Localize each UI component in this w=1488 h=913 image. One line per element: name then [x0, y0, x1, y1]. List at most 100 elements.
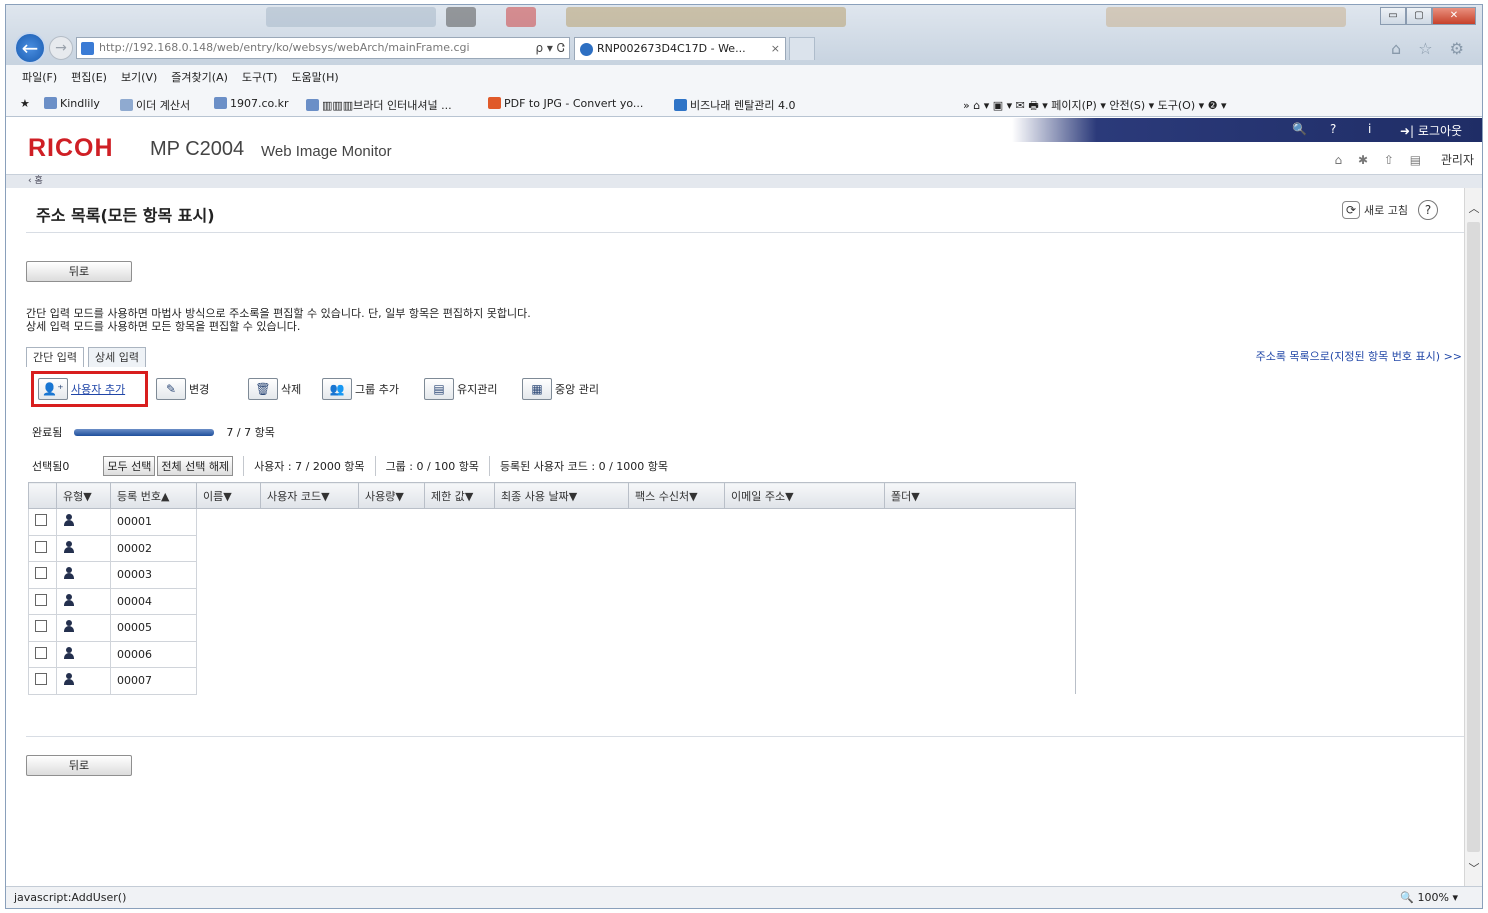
menu-tools[interactable]: 도구(T) [242, 69, 278, 85]
row-checkbox-cell [28, 534, 57, 562]
row-checkbox-cell [28, 667, 57, 695]
add-user-label: 사용자 추가 [71, 383, 126, 396]
command-bar[interactable]: » ⌂ ▾ ▣ ▾ ✉ 🖶 ▾ 페이지(P) ▾ 안전(S) ▾ 도구(O) ▾… [963, 97, 1227, 116]
favorite-link[interactable]: 이더 계산서 [120, 97, 190, 113]
admin-icons[interactable]: ⌂ ✱ ⇧ ▤ [1335, 153, 1428, 167]
col-reg-number[interactable]: 등록 번호▲ [110, 482, 197, 509]
vertical-scrollbar[interactable]: ︿ ﹀ [1464, 188, 1482, 888]
change-button[interactable]: ✎ 변경 [156, 378, 209, 400]
progress-row: 완료됨 7 / 7 항목 [32, 424, 275, 440]
divider [26, 736, 1466, 737]
menu-edit[interactable]: 편집(E) [71, 69, 107, 85]
favorite-link[interactable]: ▥▥▥브라더 인터내셔널 ... [306, 97, 452, 113]
help-icon[interactable]: ? [1418, 200, 1438, 220]
add-user-button[interactable]: 👤⁺ 사용자 추가 [38, 378, 125, 400]
reg-number-cell: 00005 [110, 614, 197, 642]
maintenance-label: 유지관리 [457, 383, 498, 396]
row-checkbox-cell [28, 640, 57, 668]
menu-file[interactable]: 파일(F) [22, 69, 57, 85]
type-cell [56, 587, 111, 615]
reg-number-cell: 00003 [110, 561, 197, 589]
reg-number-cell: 00002 [110, 534, 197, 562]
menu-view[interactable]: 보기(V) [121, 69, 157, 85]
col-checkbox [28, 482, 57, 509]
address-bar[interactable]: http://192.168.0.148/web/entry/ko/websys… [76, 37, 570, 59]
row-checkbox[interactable] [35, 620, 47, 633]
deselect-all-button[interactable]: 전체 선택 해제 [157, 456, 234, 476]
menu-help[interactable]: 도움말(H) [291, 69, 338, 85]
menu-favorites[interactable]: 즐겨찾기(A) [171, 69, 228, 85]
col-limit[interactable]: 제한 값▼ [424, 482, 495, 509]
row-checkbox[interactable] [35, 646, 47, 659]
maximize-button[interactable]: ▢ [1406, 7, 1432, 25]
users-count: 사용자 : 7 / 2000 항목 [254, 460, 365, 473]
ricoh-logo: RICOH [28, 134, 114, 162]
new-tab-button[interactable] [789, 37, 815, 60]
selected-count: 선택됨0 [32, 460, 70, 473]
col-user-code[interactable]: 사용자 코드▼ [260, 482, 359, 509]
address-controls[interactable]: ρ ▾ Ꮳ [535, 38, 565, 58]
browser-tab[interactable]: RNP002673D4C17D - We... × [574, 37, 786, 60]
tab-detailed-input[interactable]: 상세 입력 [87, 347, 146, 367]
col-usage[interactable]: 사용량▼ [358, 482, 425, 509]
close-window-button[interactable]: ✕ [1432, 7, 1476, 25]
user-icon [63, 567, 75, 580]
product-name: Web Image Monitor [261, 143, 392, 160]
refresh-icon[interactable]: ⟳ [1342, 201, 1361, 219]
row-checkbox[interactable] [35, 540, 47, 553]
favorite-icon [674, 99, 687, 111]
back-button[interactable]: 뒤로 [26, 261, 132, 282]
search-icon[interactable]: 🔍 [1292, 122, 1307, 136]
favorite-link[interactable]: Kindlily [44, 97, 100, 110]
type-cell [56, 614, 111, 642]
add-user-icon: 👤⁺ [38, 378, 68, 400]
add-group-button[interactable]: 👥 그룹 추가 [322, 378, 399, 400]
favorite-link[interactable]: PDF to JPG - Convert yo... [488, 97, 643, 110]
empty-area [196, 508, 1076, 694]
scroll-up-icon[interactable]: ︿ [1465, 200, 1482, 216]
central-management-button[interactable]: ▦ 중앙 관리 [522, 378, 599, 400]
info-icon[interactable]: i [1368, 122, 1371, 136]
model-name: MP C2004 [150, 138, 245, 160]
row-checkbox[interactable] [35, 514, 47, 527]
col-folder[interactable]: 폴더▼ [884, 482, 1076, 509]
back-button-bottom[interactable]: 뒤로 [26, 755, 132, 776]
description: 간단 입력 모드를 사용하면 마법사 방식으로 주소록을 편집할 수 있습니다.… [26, 307, 531, 333]
separator [243, 456, 245, 476]
minimize-button[interactable]: ▭ [1380, 7, 1406, 25]
forward-nav-button[interactable]: → [49, 36, 73, 60]
description-line: 상세 입력 모드를 사용하면 모든 항목을 편집할 수 있습니다. [26, 320, 301, 333]
separator [374, 456, 376, 476]
help-icon[interactable]: ? [1330, 122, 1336, 136]
delete-button[interactable]: 🗑 삭제 [248, 378, 301, 400]
scroll-thumb[interactable] [1467, 222, 1480, 852]
favorite-link[interactable]: 1907.co.kr [214, 97, 288, 110]
col-fax[interactable]: 팩스 수신처▼ [628, 482, 725, 509]
back-nav-button[interactable]: ← [14, 32, 46, 64]
col-last-used[interactable]: 최종 사용 날짜▼ [494, 482, 629, 509]
scroll-down-icon[interactable]: ﹀ [1465, 860, 1482, 876]
change-label: 변경 [189, 383, 210, 396]
home-favorites-settings-icons[interactable]: ⌂ ☆ ⚙ [1391, 39, 1470, 58]
refresh-label[interactable]: 새로 고침 [1364, 202, 1408, 218]
progress-bar [74, 428, 215, 436]
select-all-button[interactable]: 모두 선택 [103, 456, 156, 476]
col-name[interactable]: 이름▼ [196, 482, 261, 509]
row-checkbox[interactable] [35, 567, 47, 580]
col-email[interactable]: 이메일 주소▼ [724, 482, 885, 509]
table-body: 00001 00002 00003 00004 00005 00006 00007 [28, 508, 1076, 695]
logout-link[interactable]: ➜| 로그아웃 [1400, 122, 1462, 139]
close-tab-icon[interactable]: × [771, 38, 780, 59]
favorite-link[interactable]: 비즈나래 렌탈관리 4.0 [674, 97, 795, 113]
zoom-control[interactable]: 🔍 100% ▾ [1400, 887, 1458, 908]
table-row[interactable]: 00001 [28, 508, 1076, 694]
favorites-star-icon[interactable]: ★ [20, 97, 30, 110]
col-type[interactable]: 유형▼ [56, 482, 111, 509]
address-list-link[interactable]: 주소록 목록으로(지정된 항목 번호 표시) >> [1256, 348, 1462, 364]
tab-simple-input[interactable]: 간단 입력 [26, 347, 84, 367]
row-checkbox[interactable] [35, 673, 47, 686]
row-checkbox[interactable] [35, 593, 47, 606]
favorite-icon [488, 97, 501, 109]
maintenance-button[interactable]: ▤ 유지관리 [424, 378, 497, 400]
home-link[interactable]: ‹ 홈 [28, 176, 43, 186]
